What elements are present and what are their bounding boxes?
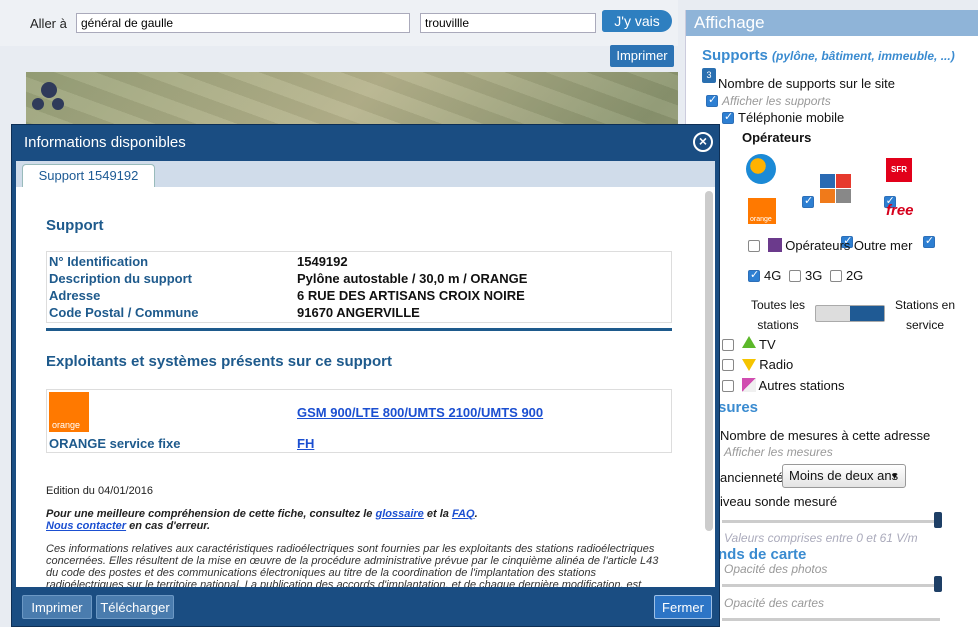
level-slider-track[interactable] bbox=[722, 520, 940, 523]
supports-count-badge: 3 bbox=[702, 68, 716, 83]
orange-logo-icon: orange bbox=[49, 392, 89, 432]
in-service-label: Stations en service bbox=[894, 298, 956, 332]
contact-link[interactable]: Nous contacter bbox=[46, 520, 126, 532]
multi-operator-logo-icon bbox=[820, 174, 852, 204]
print-button[interactable]: Imprimer bbox=[22, 595, 92, 619]
sfr-logo-icon: SFR bbox=[886, 158, 912, 182]
pan-left-icon[interactable] bbox=[32, 98, 44, 110]
radio-checkbox[interactable] bbox=[722, 359, 734, 371]
orange-logo-icon: orange bbox=[748, 198, 776, 224]
stations-toggle-knob[interactable] bbox=[850, 306, 884, 321]
tv-row[interactable]: TV bbox=[722, 336, 776, 352]
radio-row[interactable]: Radio bbox=[722, 357, 793, 372]
city-input[interactable] bbox=[420, 13, 596, 33]
free-logo-icon: free bbox=[886, 202, 914, 219]
disclaimer-text: Ces informations relatives aux caractéri… bbox=[46, 543, 659, 587]
exploitants-title: Exploitants et systèmes présents sur ce … bbox=[46, 353, 392, 370]
tech-3g-checkbox[interactable] bbox=[788, 270, 801, 282]
tech-4g-checkbox[interactable] bbox=[748, 268, 760, 282]
dialog-title: Informations disponibles bbox=[24, 134, 186, 151]
map-pan-control[interactable] bbox=[32, 80, 66, 120]
other-stations-icon bbox=[741, 378, 756, 392]
fh-link[interactable]: FH bbox=[297, 436, 314, 451]
go-button[interactable]: J'y vais bbox=[602, 10, 672, 32]
tech-row: 4G 3G 2G bbox=[748, 268, 863, 283]
values-range: Valeurs comprises entre 0 et 61 V/m bbox=[724, 531, 918, 545]
mobile-row[interactable]: Téléphonie mobile bbox=[722, 110, 844, 125]
stations-toggle[interactable] bbox=[815, 305, 885, 322]
age-label: ancienneté bbox=[720, 470, 784, 485]
tv-checkbox[interactable] bbox=[722, 339, 734, 351]
radio-triangle-icon bbox=[741, 359, 756, 371]
address-input[interactable] bbox=[76, 13, 410, 33]
help-text: Pour une meilleure compréhension de cett… bbox=[46, 508, 478, 520]
tab-strip: Support 1549192 bbox=[16, 161, 715, 188]
dialog-content: Support N° Identification 1549192 Descri… bbox=[16, 187, 715, 587]
systems-link[interactable]: GSM 900/LTE 800/UMTS 2100/UMTS 900 bbox=[297, 405, 543, 420]
photo-opacity-knob[interactable] bbox=[934, 576, 942, 592]
show-supports-checkbox[interactable] bbox=[706, 93, 718, 107]
supports-count-label: Nombre de supports sur le site bbox=[718, 76, 896, 91]
mesures-title: sures bbox=[718, 399, 759, 416]
outremer-checkbox[interactable] bbox=[748, 240, 760, 252]
tv-triangle-icon bbox=[741, 336, 756, 348]
id-value: 1549192 bbox=[297, 254, 348, 269]
description-key: Description du support bbox=[49, 271, 192, 286]
section-divider bbox=[46, 328, 672, 331]
postal-value: 91670 ANGERVILLE bbox=[297, 305, 420, 320]
info-dialog: Informations disponibles × Support 15491… bbox=[11, 124, 720, 627]
edition-date: Edition du 04/01/2016 bbox=[46, 485, 154, 497]
mobile-checkbox[interactable] bbox=[722, 110, 734, 124]
download-button[interactable]: Télécharger bbox=[96, 595, 174, 619]
display-panel: Affichage Supports (pylône, bâtiment, im… bbox=[685, 10, 978, 627]
print-map-button[interactable]: Imprimer bbox=[610, 45, 674, 67]
bouygues-logo-icon bbox=[746, 154, 776, 184]
show-mesures-label[interactable]: Afficher les mesures bbox=[724, 445, 833, 459]
close-icon[interactable]: × bbox=[693, 132, 713, 152]
operators-label: Opérateurs bbox=[742, 130, 812, 145]
chevron-down-icon: ▼ bbox=[890, 471, 899, 481]
tech-2g-checkbox[interactable] bbox=[829, 270, 842, 282]
address-key: Adresse bbox=[49, 288, 101, 303]
address-value: 6 RUE DES ARTISANS CROIX NOIRE bbox=[297, 288, 525, 303]
bouygues-checkbox[interactable] bbox=[802, 194, 814, 208]
other-stations-checkbox[interactable] bbox=[722, 380, 734, 392]
supports-title: Supports (pylône, bâtiment, immeuble, ..… bbox=[702, 47, 955, 64]
goto-label: Aller à bbox=[30, 16, 67, 31]
search-bar: Aller à J'y vais bbox=[0, 0, 678, 46]
support-section-title: Support bbox=[46, 217, 104, 234]
faq-link[interactable]: FAQ bbox=[452, 508, 475, 520]
support-info-table: N° Identification 1549192 Description du… bbox=[46, 251, 672, 323]
content-scrollbar[interactable] bbox=[705, 191, 713, 531]
show-supports-row[interactable]: Afficher les supports bbox=[706, 93, 831, 108]
pan-up-icon[interactable] bbox=[41, 82, 57, 98]
photo-opacity-label: Opacité des photos bbox=[724, 562, 828, 576]
age-select[interactable]: Moins de deux ans ▼ bbox=[782, 464, 906, 488]
free-checkbox[interactable] bbox=[922, 234, 935, 248]
outremer-color-icon bbox=[767, 238, 782, 252]
outremer-row[interactable]: Opérateurs Outre mer bbox=[748, 238, 912, 253]
level-slider-knob[interactable] bbox=[934, 512, 942, 528]
glossary-link[interactable]: glossaire bbox=[375, 508, 423, 520]
mesures-count-label: Nombre de mesures à cette adresse bbox=[720, 428, 931, 443]
exploitants-table: orange GSM 900/LTE 800/UMTS 2100/UMTS 90… bbox=[46, 389, 672, 453]
postal-key: Code Postal / Commune bbox=[49, 305, 199, 320]
map-opacity-label: Opacité des cartes bbox=[724, 596, 825, 610]
contact-text: Nous contacter en cas d'erreur. bbox=[46, 520, 211, 532]
panel-title: Affichage bbox=[686, 10, 978, 36]
dialog-footer: Imprimer Télécharger Fermer bbox=[16, 589, 715, 625]
description-value: Pylône autostable / 30,0 m / ORANGE bbox=[297, 271, 528, 286]
other-stations-row[interactable]: Autres stations bbox=[722, 378, 845, 393]
all-stations-label: Toutes les stations bbox=[750, 298, 806, 332]
map-opacity-track[interactable] bbox=[722, 618, 940, 621]
fixed-service-label: ORANGE service fixe bbox=[49, 436, 181, 451]
close-button[interactable]: Fermer bbox=[654, 595, 712, 619]
tab-support[interactable]: Support 1549192 bbox=[22, 164, 155, 188]
photo-opacity-track[interactable] bbox=[722, 584, 940, 587]
id-key: N° Identification bbox=[49, 254, 149, 269]
map-background-title: nds de carte bbox=[718, 546, 807, 563]
level-label: iveau sonde mesuré bbox=[720, 494, 838, 509]
pan-right-icon[interactable] bbox=[52, 98, 64, 110]
